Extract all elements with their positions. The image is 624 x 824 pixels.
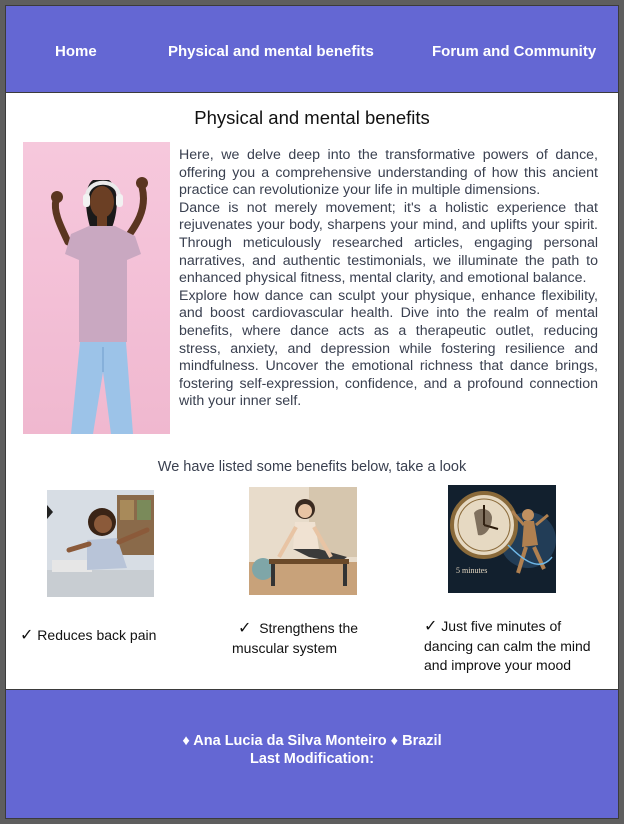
footer-author: ♦ Ana Lucia da Silva Monteiro ♦ Brazil [182,733,442,749]
benefit-label: Strengthens the [259,620,359,636]
muscle-strength-image [249,487,357,595]
benefit-item: ✓ Strengthens the muscular system [232,619,358,658]
benefit-label: Reduces back pain [37,627,157,643]
page-title: Physical and mental benefits [194,107,430,128]
benefit-label: muscular system [232,639,338,656]
page: Home Physical and mental benefits Forum … [5,5,619,819]
intro-paragraph: Here, we delve deep into the transformat… [179,147,598,199]
benefit-label: and improve your mood [424,657,572,673]
nav-home-link[interactable]: Home [55,43,97,60]
benefit-label: dancing can calm the mind [424,637,591,654]
intro-text: Here, we delve deep into the transformat… [179,147,598,411]
intro-paragraph: Explore how dance can sculpt your physiq… [179,287,598,410]
benefit-item: ✓ Reduces back pain [20,626,156,646]
five-minutes-clock-image: 5 minutes [448,485,556,593]
top-nav: Home Physical and mental benefits Forum … [6,6,618,93]
benefit-label: Just five minutes of [441,618,562,634]
nav-forum-link[interactable]: Forum and Community [432,43,596,60]
benefit-item: ✓ Just five minutes of dancing can calm … [424,617,591,676]
clock-caption: 5 minutes [456,566,487,575]
back-pain-image [47,490,154,597]
footer: ♦ Ana Lucia da Silva Monteiro ♦ Brazil L… [6,689,618,818]
benefits-intro: We have listed some benefits below, take… [157,459,467,475]
dancer-hero-image [23,142,170,434]
check-icon: ✓ [20,627,34,644]
intro-paragraph: Dance is not merely movement; it's a hol… [179,199,598,287]
check-icon: ✓ [238,620,252,637]
footer-last-modification: Last Modification: [249,751,375,767]
nav-benefits-link[interactable]: Physical and mental benefits [168,43,374,60]
check-icon: ✓ [424,618,438,635]
